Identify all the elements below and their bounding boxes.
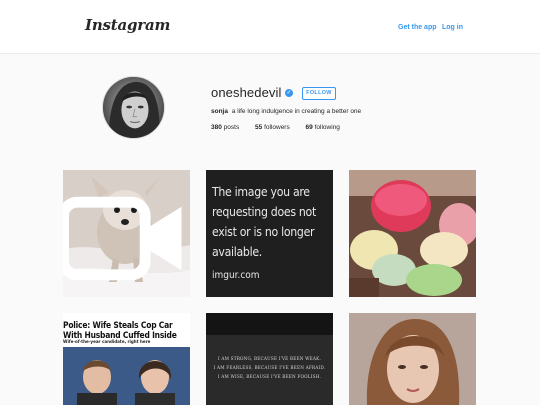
avatar-portrait-image	[103, 77, 164, 138]
post-thumbnail-macarons[interactable]	[349, 170, 476, 297]
verified-badge-icon: ✓	[285, 89, 293, 97]
top-navigation-bar: Instagram Get the app Log in	[0, 0, 540, 54]
post-thumbnail-news-headline[interactable]: Police: Wife Steals Cop Car With Husband…	[63, 313, 190, 405]
post-thumbnail-portrait[interactable]	[349, 313, 476, 405]
following-count[interactable]: 69 following	[306, 124, 340, 131]
quote-text: I AM STRONG, BECAUSE I'VE BEEN WEAK. I A…	[213, 356, 326, 379]
instagram-logo[interactable]: Instagram	[85, 16, 170, 34]
log-in-link[interactable]: Log in	[442, 24, 463, 31]
macarons-photo	[349, 170, 476, 297]
profile-avatar	[102, 76, 165, 139]
post-thumbnail-imgur-error[interactable]: The image you are requesting does not ex…	[206, 170, 333, 297]
posts-count: 380 posts	[211, 124, 240, 131]
profile-stats: 380 posts 55 followers 69 following	[211, 124, 354, 131]
follow-button[interactable]: FOLLOW	[302, 87, 336, 100]
imgur-error-text: The image you are requesting does not ex…	[212, 185, 316, 259]
portrait-photo	[349, 313, 476, 405]
get-the-app-link[interactable]: Get the app	[398, 24, 437, 31]
bio-name: sonja	[211, 108, 228, 115]
bio-text: a life long indulgence in creating a bet…	[231, 108, 362, 115]
post-thumbnail-dog-video[interactable]	[63, 170, 190, 297]
post-thumbnail-quote[interactable]: I AM STRONG, BECAUSE I'VE BEEN WEAK. I A…	[206, 313, 333, 405]
mugshots-photo	[63, 347, 190, 405]
video-camera-icon	[63, 196, 182, 281]
followers-count[interactable]: 55 followers	[255, 124, 290, 131]
imgur-domain-text: imgur.com	[212, 270, 260, 281]
profile-username: oneshedevil	[211, 85, 282, 100]
profile-bio: sonja a life long indulgence in creating…	[211, 108, 361, 115]
